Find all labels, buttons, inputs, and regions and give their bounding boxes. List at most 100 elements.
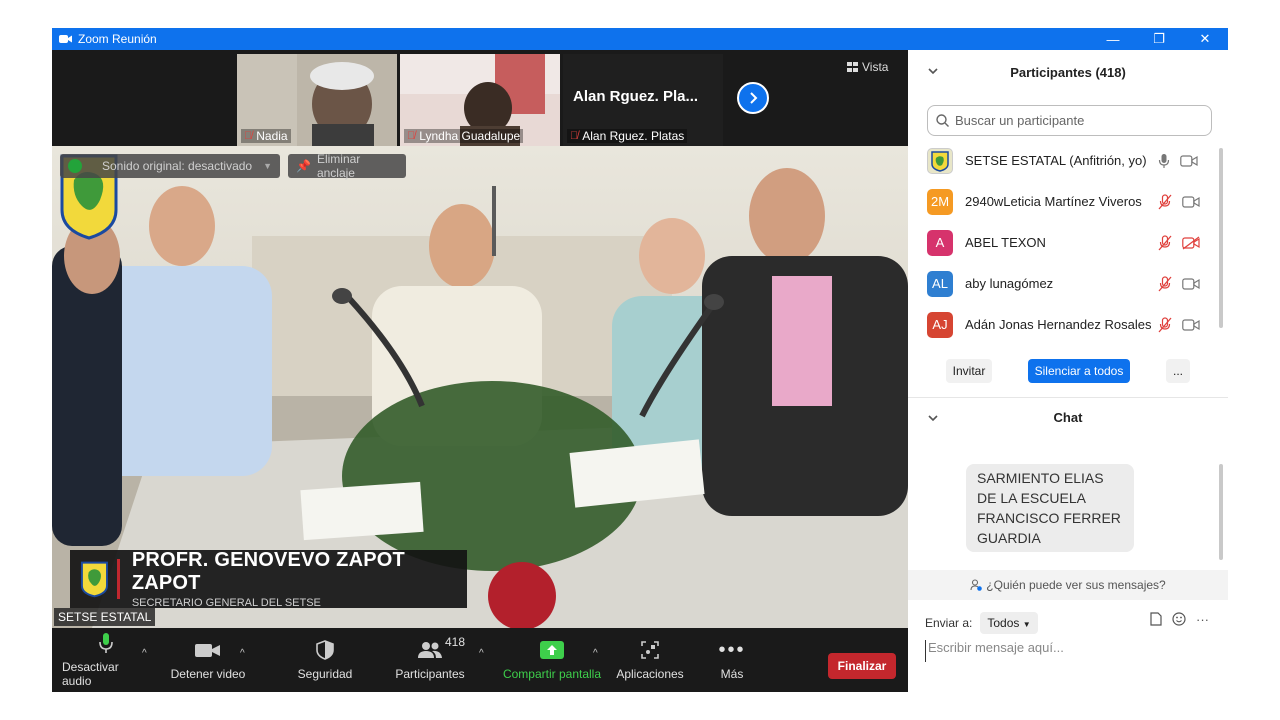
meeting-toolbar: Desactivar audio ^ Detener video ^ Segur… bbox=[52, 628, 908, 692]
who-can-see-messages[interactable]: ¿Quién puede ver sus mensajes? bbox=[908, 570, 1228, 600]
mic-muted-icon bbox=[1158, 234, 1172, 250]
participants-more-button[interactable]: ... bbox=[1166, 359, 1190, 383]
participants-actions: Invitar Silenciar a todos ... bbox=[908, 359, 1228, 385]
chat-message: SARMIENTO ELIAS DE LA ESCUELA FRANCISCO … bbox=[966, 464, 1134, 552]
thumbnail-name: 🎙̸ Alan Rguez. Platas bbox=[567, 129, 688, 143]
avatar: AJ bbox=[927, 311, 953, 338]
chat-message-input[interactable]: Escribir mensaje aquí... bbox=[925, 640, 1215, 662]
security-button[interactable]: Seguridad bbox=[290, 628, 360, 692]
participant-row[interactable]: SETSE ESTATAL (Anfitrión, yo) bbox=[908, 140, 1218, 181]
audio-options-caret[interactable]: ^ bbox=[142, 648, 147, 659]
mic-muted-icon bbox=[1158, 316, 1172, 332]
participant-thumbnail[interactable]: 🎙̸ Lyndha Guadalupe bbox=[400, 54, 560, 146]
next-page-button[interactable] bbox=[737, 82, 769, 114]
video-options-caret[interactable]: ^ bbox=[240, 648, 245, 659]
speaker-lower-third: PROFR. GENOVEVO ZAPOT ZAPOT SECRETARIO G… bbox=[70, 549, 467, 609]
participant-status bbox=[1158, 193, 1218, 210]
participants-count: 418 bbox=[445, 635, 466, 649]
chat-title: Chat bbox=[1053, 409, 1083, 425]
participant-status bbox=[1158, 316, 1218, 333]
view-button[interactable]: Vista bbox=[847, 60, 888, 74]
restore-button[interactable]: ❐ bbox=[1136, 28, 1182, 50]
side-panel: Participantes (418) Buscar un participan… bbox=[908, 50, 1228, 692]
participant-status bbox=[1158, 234, 1218, 251]
participants-list: SETSE ESTATAL (Anfitrión, yo) 2M 2940wLe… bbox=[908, 140, 1218, 345]
apps-icon bbox=[640, 639, 660, 661]
participants-icon: 418 bbox=[417, 635, 465, 661]
chat-more-icon[interactable]: ··· bbox=[1196, 612, 1209, 627]
participants-title: Participantes (418) bbox=[1010, 64, 1126, 80]
chevron-down-icon: ▼ bbox=[1022, 620, 1031, 629]
search-icon bbox=[936, 114, 949, 127]
camera-label: SETSE ESTATAL bbox=[54, 608, 156, 626]
speaker-role: SECRETARIO GENERAL DEL SETSE bbox=[131, 597, 321, 609]
participants-button[interactable]: 418 Participantes bbox=[390, 628, 470, 692]
video-camera-icon bbox=[1182, 318, 1200, 331]
video-camera-icon bbox=[1182, 277, 1200, 290]
collapse-participants-chevron[interactable] bbox=[928, 66, 938, 78]
thumbnail-name: 🎙̸ Nadia bbox=[241, 129, 291, 143]
emoji-icon[interactable] bbox=[1172, 612, 1186, 626]
apps-button[interactable]: Aplicaciones bbox=[614, 628, 686, 692]
chat-tools: ··· bbox=[1150, 612, 1209, 627]
more-dots-icon: ••• bbox=[718, 638, 746, 661]
shield-check-icon bbox=[68, 159, 82, 173]
chat-scrollbar[interactable] bbox=[1218, 464, 1224, 568]
microphone-icon bbox=[1158, 153, 1170, 168]
thumbnail-strip: 🎙̸ Nadia 🎙̸ Lyndha Guadalupe Alan Rguez. P… bbox=[52, 50, 908, 146]
active-speaker-video: Sonido original: desactivado ▼ 📌 Elimina… bbox=[52, 146, 908, 628]
speaker-name: PROFR. GENOVEVO ZAPOT ZAPOT bbox=[131, 549, 405, 594]
participant-row[interactable]: AJ Adán Jonas Hernandez Rosales bbox=[908, 304, 1218, 345]
microphone-icon bbox=[98, 632, 114, 654]
share-screen-button[interactable]: Compartir pantalla bbox=[500, 628, 604, 692]
mic-muted-icon: 🎙̸ bbox=[407, 130, 416, 142]
title-bar: Zoom Reunión — ❐ ✕ bbox=[52, 28, 1228, 50]
chevron-right-icon bbox=[750, 92, 758, 104]
video-camera-icon bbox=[1180, 154, 1198, 167]
mute-all-button[interactable]: Silenciar a todos bbox=[1028, 359, 1130, 383]
speaker-info: PROFR. GENOVEVO ZAPOT ZAPOT SECRETARIO G… bbox=[132, 549, 467, 609]
video-area: 🎙̸ Nadia 🎙̸ Lyndha Guadalupe Alan Rguez. P… bbox=[52, 50, 908, 692]
zoom-camera-icon bbox=[58, 32, 72, 46]
mic-muted-icon bbox=[1158, 193, 1172, 209]
person-info-icon bbox=[970, 579, 983, 591]
setse-badge-logo bbox=[80, 561, 108, 598]
pin-icon: 📌 bbox=[296, 159, 311, 173]
participant-search-input[interactable]: Buscar un participante bbox=[927, 105, 1212, 136]
avatar bbox=[927, 147, 953, 174]
avatar: 2M bbox=[927, 188, 953, 215]
participants-options-caret[interactable]: ^ bbox=[479, 648, 484, 659]
mic-muted-icon: 🎙̸ bbox=[570, 130, 579, 142]
avatar: AL bbox=[927, 270, 953, 297]
file-icon[interactable] bbox=[1150, 612, 1162, 626]
collapse-chat-chevron[interactable] bbox=[928, 413, 938, 425]
close-button[interactable]: ✕ bbox=[1182, 28, 1228, 50]
thumbnail-name: 🎙̸ Lyndha Guadalupe bbox=[404, 129, 524, 143]
mute-audio-button[interactable]: Desactivar audio bbox=[62, 628, 150, 692]
invite-button[interactable]: Invitar bbox=[946, 359, 992, 383]
accent-bar bbox=[116, 559, 120, 599]
video-off-icon bbox=[1182, 235, 1200, 250]
minimize-button[interactable]: — bbox=[1090, 28, 1136, 50]
thumbnail-display-name: Alan Rguez. Pla... bbox=[573, 88, 699, 105]
unpin-button[interactable]: 📌 Eliminar anclaje bbox=[288, 152, 406, 180]
video-camera-icon bbox=[1182, 195, 1200, 208]
video-camera-icon bbox=[195, 639, 221, 661]
participant-row[interactable]: 2M 2940wLeticia Martínez Viveros bbox=[908, 181, 1218, 222]
original-sound-toggle[interactable]: Sonido original: desactivado ▼ bbox=[60, 154, 280, 178]
share-options-caret[interactable]: ^ bbox=[593, 648, 598, 659]
send-to-dropdown[interactable]: Todos ▼ bbox=[980, 612, 1038, 634]
participant-status bbox=[1158, 153, 1218, 169]
participant-row[interactable]: AL aby lunagómez bbox=[908, 263, 1218, 304]
participant-row[interactable]: A ABEL TEXON bbox=[908, 222, 1218, 263]
stop-video-button[interactable]: Detener video bbox=[166, 628, 250, 692]
participant-thumbnail[interactable]: 🎙̸ Nadia bbox=[237, 54, 397, 146]
send-to-row: Enviar a: Todos ▼ bbox=[925, 612, 1038, 634]
participants-scrollbar[interactable] bbox=[1218, 140, 1224, 340]
participant-thumbnail[interactable]: Alan Rguez. Pla... 🎙̸ Alan Rguez. Platas bbox=[563, 54, 723, 146]
more-button[interactable]: ••• Más bbox=[712, 628, 752, 692]
participant-status bbox=[1158, 275, 1218, 292]
end-meeting-button[interactable]: Finalizar bbox=[828, 653, 896, 679]
shield-icon bbox=[316, 639, 334, 661]
chevron-down-icon[interactable]: ▼ bbox=[263, 161, 272, 171]
